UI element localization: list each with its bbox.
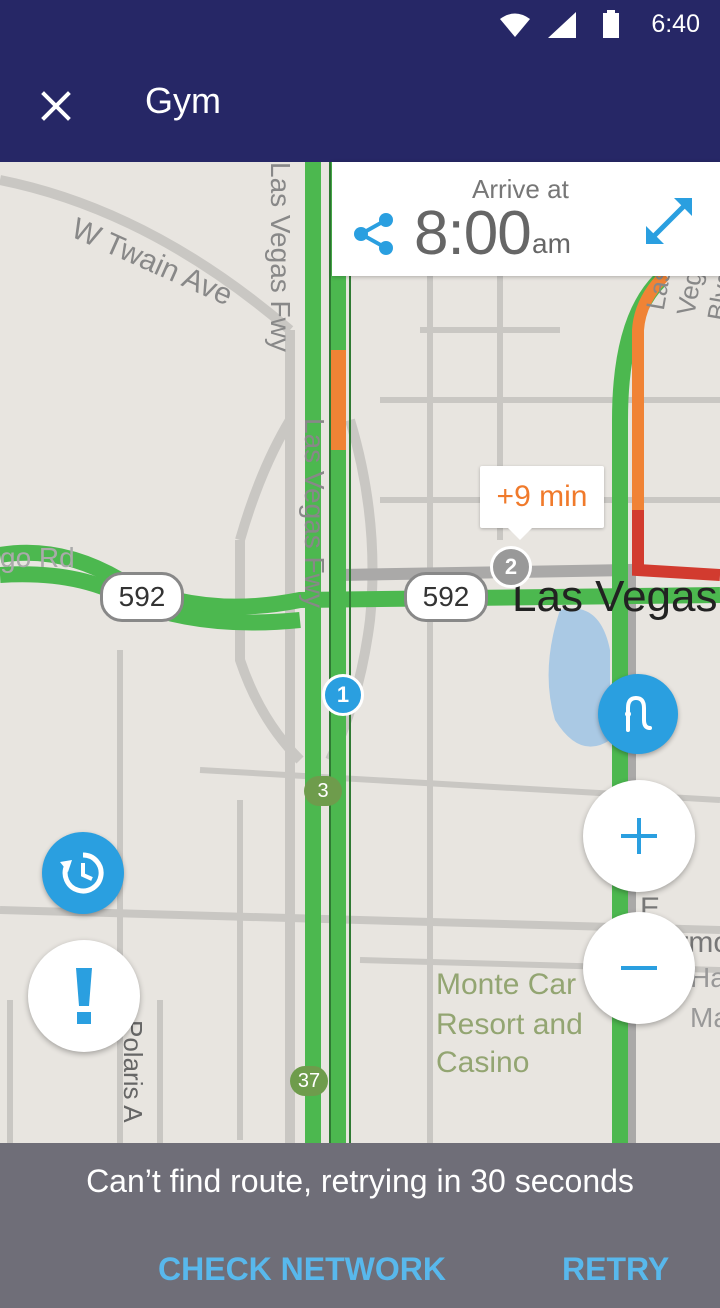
street-label: Las Vegas Fwy	[299, 418, 330, 608]
poi-label: Resort and	[436, 1008, 583, 1041]
status-bar: 6:40	[0, 0, 720, 50]
report-incident-button[interactable]	[28, 940, 140, 1052]
street-label: Las Vegas	[512, 572, 718, 621]
status-time: 6:40	[651, 10, 700, 38]
arrive-ampm: am	[532, 228, 571, 259]
highway-shield: 592	[404, 572, 488, 622]
arrive-time: 8:00	[414, 199, 532, 268]
zoom-in-button[interactable]	[583, 780, 695, 892]
route-options-button[interactable]	[598, 674, 678, 754]
retry-button[interactable]: RETRY	[562, 1251, 669, 1288]
route-marker-1[interactable]: 1	[322, 674, 364, 716]
zoom-out-button[interactable]	[583, 912, 695, 1024]
poi-label: Casino	[436, 1046, 530, 1079]
clock-arrow-icon	[60, 852, 104, 894]
share-icon[interactable]	[352, 212, 396, 256]
app-bar: Gym	[0, 50, 720, 162]
street-label: go Rd	[0, 542, 75, 573]
plus-icon	[621, 818, 657, 854]
minus-icon	[621, 966, 657, 970]
page-title: Gym	[145, 80, 221, 121]
poi-label: Monte Car	[436, 968, 577, 1001]
battery-icon	[603, 10, 619, 38]
highway-shield: 592	[100, 572, 184, 622]
close-icon[interactable]	[28, 78, 84, 134]
expand-icon[interactable]	[642, 194, 696, 248]
street-label: Ma	[690, 1002, 720, 1033]
exit-badge: 37	[290, 1066, 328, 1096]
delay-label: +9 min	[496, 480, 588, 513]
departure-time-button[interactable]	[42, 832, 124, 914]
bubble-tail	[508, 528, 532, 540]
check-network-button[interactable]: CHECK NETWORK	[158, 1251, 446, 1288]
signal-icon	[548, 12, 576, 38]
exit-badge: 3	[304, 776, 342, 806]
street-label: Las Vegas Fwy	[265, 162, 296, 352]
delay-bubble: +9 min	[480, 466, 604, 540]
wifi-icon	[500, 13, 530, 37]
route-marker-2[interactable]: 2	[490, 546, 532, 588]
exclamation-icon	[76, 968, 92, 1024]
snackbar: Can’t find route, retrying in 30 seconds…	[0, 1143, 720, 1308]
snackbar-message: Can’t find route, retrying in 30 seconds	[86, 1163, 634, 1199]
arrival-card: Arrive at 8:00 am	[332, 162, 720, 276]
route-icon	[625, 695, 652, 732]
